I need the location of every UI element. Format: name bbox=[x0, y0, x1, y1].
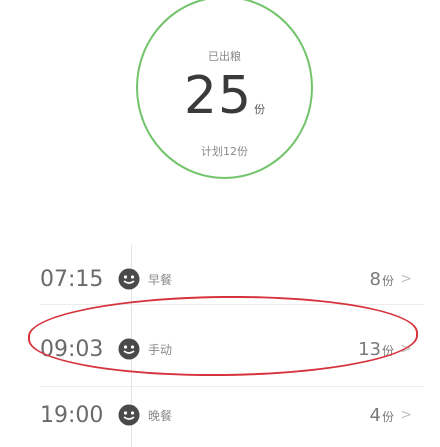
schedule-label: 早餐 bbox=[148, 272, 173, 287]
schedule-row-dinner[interactable]: 19:00 晚餐 4份 > bbox=[0, 395, 440, 435]
dispensed-label: 已出粮 bbox=[208, 50, 241, 63]
face-icon bbox=[118, 268, 140, 290]
dispensed-count-unit: 份 bbox=[254, 103, 266, 116]
chevron-right-icon[interactable]: > bbox=[400, 407, 412, 423]
dispensed-progress-ring: 已出粮 25 份 计划12份 bbox=[136, 0, 313, 179]
chevron-right-icon[interactable]: > bbox=[400, 271, 412, 287]
schedule-time: 07:15 bbox=[40, 266, 104, 292]
schedule-label: 晚餐 bbox=[148, 408, 173, 423]
row-divider bbox=[40, 386, 424, 387]
schedule-portions: 8份 bbox=[369, 268, 394, 290]
dispensed-count-number: 25 bbox=[183, 66, 253, 126]
planned-label: 计划12份 bbox=[201, 145, 248, 158]
face-icon bbox=[118, 404, 140, 426]
schedule-row-breakfast[interactable]: 07:15 早餐 8份 > bbox=[0, 259, 440, 299]
schedule-time: 19:00 bbox=[40, 402, 104, 428]
schedule-portions: 4份 bbox=[369, 404, 394, 426]
dispensed-count: 25 份 bbox=[138, 70, 311, 122]
